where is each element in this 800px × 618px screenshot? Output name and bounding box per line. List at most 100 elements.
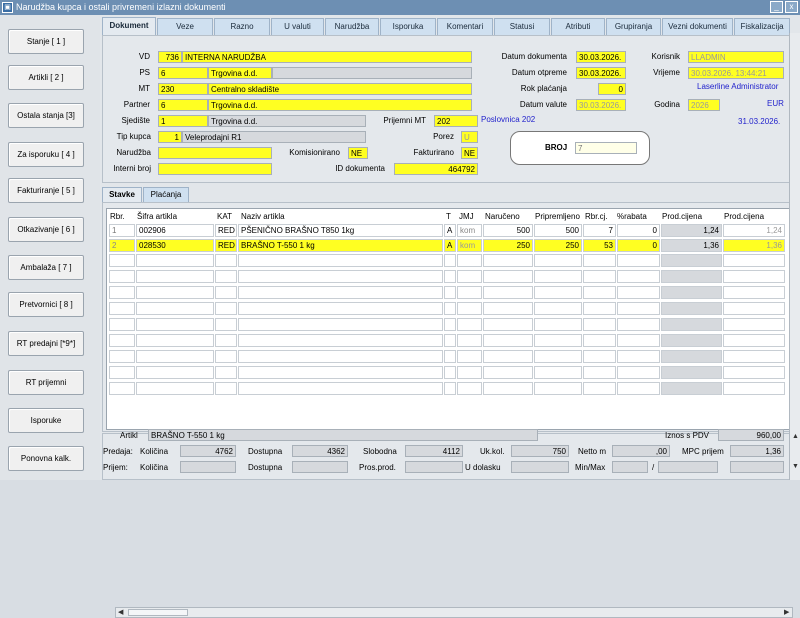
empty-cell[interactable] <box>617 366 660 379</box>
tab-veze[interactable]: Veze <box>157 18 213 35</box>
empty-cell[interactable] <box>457 382 482 395</box>
empty-cell[interactable] <box>723 270 785 283</box>
empty-cell[interactable] <box>444 334 456 347</box>
empty-cell[interactable] <box>457 286 482 299</box>
empty-cell[interactable] <box>215 270 237 283</box>
empty-cell[interactable] <box>238 270 443 283</box>
empty-cell[interactable] <box>617 382 660 395</box>
empty-cell[interactable] <box>534 302 582 315</box>
empty-cell[interactable] <box>617 334 660 347</box>
row1-jmj[interactable]: kom <box>457 224 482 237</box>
empty-cell[interactable] <box>136 254 214 267</box>
empty-cell[interactable] <box>534 366 582 379</box>
empty-cell[interactable] <box>661 302 722 315</box>
fakturiranje-button[interactable]: Fakturiranje [ 5 ] <box>8 178 84 203</box>
partner-name-field[interactable]: Trgovina d.d. <box>208 99 472 111</box>
empty-cell[interactable] <box>583 270 616 283</box>
close-button[interactable]: x <box>785 1 798 13</box>
empty-cell[interactable] <box>238 334 443 347</box>
empty-cell[interactable] <box>457 254 482 267</box>
empty-cell[interactable] <box>723 334 785 347</box>
empty-cell[interactable] <box>534 254 582 267</box>
fakturirano-field[interactable]: NE <box>461 147 478 159</box>
ps-name-field[interactable]: Trgovina d.d. <box>208 67 272 79</box>
empty-cell[interactable] <box>617 350 660 363</box>
empty-cell[interactable] <box>723 254 785 267</box>
row2-sifra[interactable]: 028530 <box>136 239 214 252</box>
tab-narudzba[interactable]: Narudžba <box>325 18 379 35</box>
tab-fiskalizacija[interactable]: Fiskalizacija <box>734 18 790 35</box>
scroll-left-icon[interactable]: ◀ <box>118 608 123 616</box>
empty-cell[interactable] <box>215 350 237 363</box>
empty-cell[interactable] <box>136 366 214 379</box>
row1-t[interactable]: A <box>444 224 456 237</box>
row1-prodcijena[interactable]: 1,24 <box>661 224 722 237</box>
scroll-right-icon[interactable]: ▶ <box>784 608 789 616</box>
datum-dokumenta-field[interactable]: 30.03.2026. <box>576 51 626 63</box>
row1-kat[interactable]: RED <box>215 224 237 237</box>
empty-cell[interactable] <box>215 334 237 347</box>
col-prodcijena[interactable]: Prod.cijena <box>662 212 702 221</box>
row1-rabat[interactable]: 0 <box>617 224 660 237</box>
empty-cell[interactable] <box>444 254 456 267</box>
empty-cell[interactable] <box>617 270 660 283</box>
empty-cell[interactable] <box>109 350 135 363</box>
rt-prijemni-button[interactable]: RT prijemni <box>8 370 84 395</box>
partner-code-field[interactable]: 6 <box>158 99 208 111</box>
col-pripremljeno[interactable]: Pripremljeno <box>535 212 580 221</box>
empty-cell[interactable] <box>534 350 582 363</box>
col-prodcijena2[interactable]: Prod.cijena <box>724 212 764 221</box>
empty-cell[interactable] <box>723 318 785 331</box>
empty-cell[interactable] <box>661 334 722 347</box>
empty-cell[interactable] <box>583 382 616 395</box>
rok-placanja-field[interactable]: 0 <box>598 83 626 95</box>
interni-broj-field[interactable] <box>158 163 272 175</box>
empty-cell[interactable] <box>583 302 616 315</box>
empty-cell[interactable] <box>109 382 135 395</box>
sjediste-code-field[interactable]: 1 <box>158 115 208 127</box>
row2-pripremljeno[interactable]: 250 <box>534 239 582 252</box>
ponovna-kalk-button[interactable]: Ponovna kalk. <box>8 446 84 471</box>
tab-u-valuti[interactable]: U valuti <box>271 18 324 35</box>
row2-t[interactable]: A <box>444 239 456 252</box>
row2-prodcijena2[interactable]: 1,36 <box>723 239 785 252</box>
row2-naruceno[interactable]: 250 <box>483 239 533 252</box>
empty-cell[interactable] <box>483 366 533 379</box>
row1-rbr[interactable]: 1 <box>109 224 135 237</box>
otkazivanje-button[interactable]: Otkazivanje [ 6 ] <box>8 217 84 242</box>
empty-cell[interactable] <box>457 350 482 363</box>
empty-cell[interactable] <box>483 254 533 267</box>
empty-cell[interactable] <box>457 270 482 283</box>
empty-cell[interactable] <box>444 382 456 395</box>
empty-cell[interactable] <box>583 254 616 267</box>
empty-cell[interactable] <box>534 318 582 331</box>
row2-rabat[interactable]: 0 <box>617 239 660 252</box>
items-grid[interactable]: Rbr. Šifra artikla KAT Naziv artikla T J… <box>106 208 793 618</box>
empty-cell[interactable] <box>109 254 135 267</box>
isporuke-button[interactable]: Isporuke <box>8 408 84 433</box>
empty-cell[interactable] <box>238 318 443 331</box>
empty-cell[interactable] <box>238 366 443 379</box>
datum-otpreme-field[interactable]: 30.03.2026. <box>576 67 626 79</box>
col-kat[interactable]: KAT <box>217 212 232 221</box>
empty-cell[interactable] <box>583 286 616 299</box>
tip-kupca-code-field[interactable]: 1 <box>158 131 182 143</box>
empty-cell[interactable] <box>136 270 214 283</box>
empty-cell[interactable] <box>583 318 616 331</box>
empty-cell[interactable] <box>444 270 456 283</box>
empty-cell[interactable] <box>238 286 443 299</box>
empty-cell[interactable] <box>723 350 785 363</box>
tab-grupiranja[interactable]: Grupiranja <box>606 18 661 35</box>
za-isporuku-button[interactable]: Za isporuku [ 4 ] <box>8 142 84 167</box>
stanje-button[interactable]: Stanje [ 1 ] <box>8 29 84 54</box>
tab-atributi[interactable]: Atributi <box>551 18 605 35</box>
row1-prodcijena2[interactable]: 1,24 <box>723 224 785 237</box>
vd-name-field[interactable]: INTERNA NARUDŽBA <box>182 51 472 63</box>
empty-cell[interactable] <box>617 318 660 331</box>
empty-cell[interactable] <box>457 302 482 315</box>
row2-naziv[interactable]: BRAŠNO T-550 1 kg <box>238 239 443 252</box>
empty-cell[interactable] <box>723 302 785 315</box>
rt-predajni-button[interactable]: RT predajni [*9*] <box>8 331 84 356</box>
empty-cell[interactable] <box>723 382 785 395</box>
row2-prodcijena[interactable]: 1,36 <box>661 239 722 252</box>
